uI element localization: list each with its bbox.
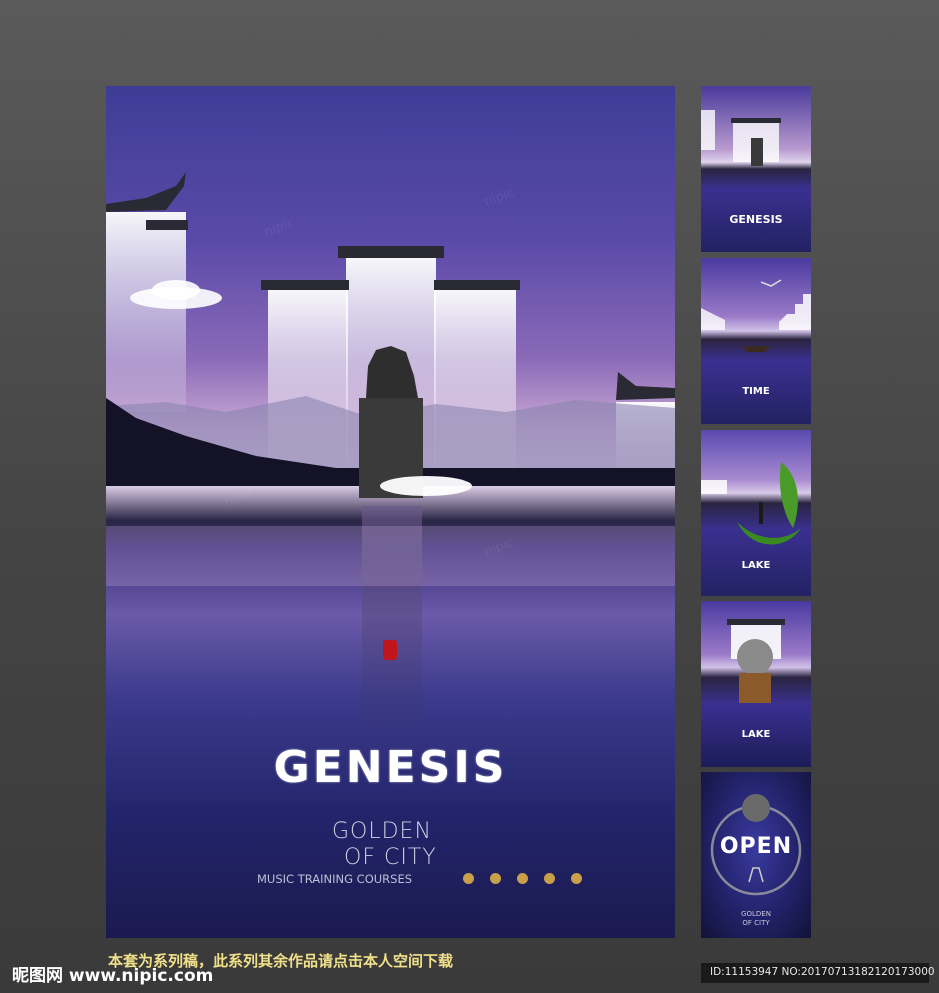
thumbnail-1-art bbox=[701, 110, 781, 166]
gold-dot-1 bbox=[463, 873, 474, 884]
red-seal-icon bbox=[383, 640, 397, 660]
gold-dot-4 bbox=[544, 873, 555, 884]
thumbnail-2-label: TIME bbox=[742, 386, 770, 397]
thumbnail-1-label: GENESIS bbox=[729, 213, 783, 226]
image-id: ID:11153947 NO:20170713182120173000 bbox=[710, 966, 935, 978]
poster-subtitle-of-city: OF CITY bbox=[344, 845, 437, 870]
thumbnail-5-sub2: OF CITY bbox=[742, 919, 770, 927]
main-poster: nipic nipic nipic nipic GENESIS GOLDEN O… bbox=[106, 86, 675, 938]
poster-subtitle-courses: MUSIC TRAINING COURSES bbox=[257, 872, 413, 886]
poster-scenery: nipic nipic nipic nipic bbox=[106, 172, 675, 726]
poster-title: GENESIS bbox=[273, 742, 508, 793]
thumbnail-2-art bbox=[701, 279, 811, 352]
svg-text:nipic: nipic bbox=[222, 485, 256, 510]
thumbnail-4[interactable]: LAKE bbox=[701, 601, 811, 767]
poster-subtitle-golden: GOLDEN bbox=[332, 819, 432, 844]
nipic-logo: 昵图网 www.nipic.com bbox=[12, 966, 214, 986]
thumbnail-3[interactable]: LAKE bbox=[701, 430, 811, 596]
thumbnail-5-sub1: GOLDEN bbox=[741, 910, 771, 918]
thumbnail-5[interactable]: OPEN GOLDEN OF CITY bbox=[701, 772, 811, 938]
gold-dot-2 bbox=[490, 873, 501, 884]
thumbnail-1[interactable]: GENESIS bbox=[701, 86, 811, 252]
thumbnail-5-label: OPEN bbox=[719, 834, 793, 859]
thumbnail-4-art bbox=[727, 619, 785, 703]
thumbnail-4-label: LAKE bbox=[741, 729, 771, 740]
svg-text:nipic: nipic bbox=[262, 215, 296, 240]
gold-dot-5 bbox=[571, 873, 582, 884]
thumbnail-2[interactable]: TIME bbox=[701, 258, 811, 424]
thumbnail-3-art bbox=[701, 462, 801, 545]
svg-text:nipic: nipic bbox=[482, 185, 516, 210]
thumbnail-3-label: LAKE bbox=[741, 560, 771, 571]
gold-dot-3 bbox=[517, 873, 528, 884]
